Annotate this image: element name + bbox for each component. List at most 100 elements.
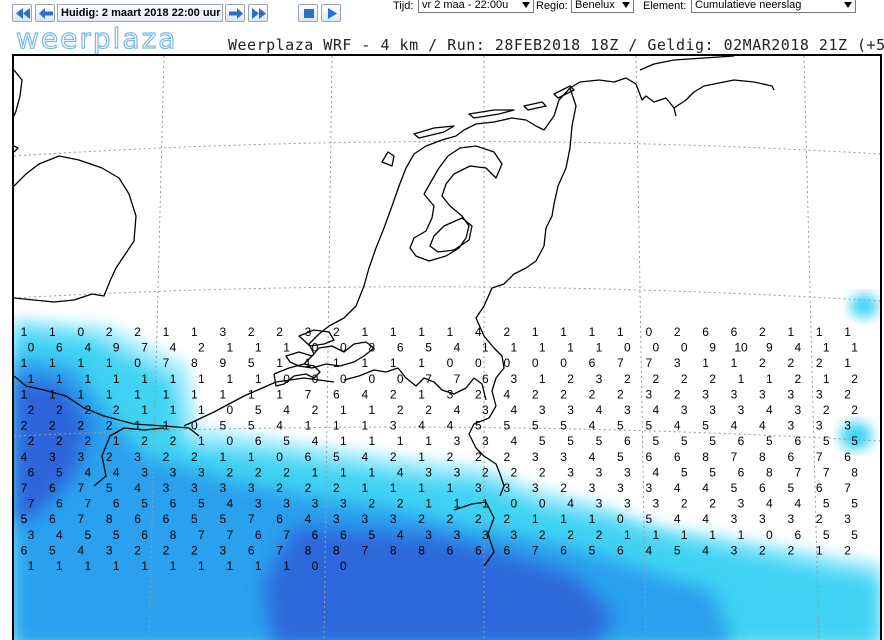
precipitation-map[interactable]: 1102211322321111421111026621110649742111… (12, 54, 882, 640)
precip-value-label: 3 (596, 497, 603, 511)
precip-value-label: 2 (503, 450, 510, 464)
previous-button[interactable] (35, 4, 55, 22)
precip-value-label: 1 (84, 559, 91, 573)
precip-value-label: 0 (503, 356, 510, 370)
precip-value-label: 1 (702, 356, 709, 370)
precip-value-label: 6 (113, 497, 120, 511)
precip-value-label: 3 (77, 450, 84, 464)
play-icon (328, 8, 337, 19)
precip-value-label: 2 (851, 372, 858, 386)
precip-value-label: 2 (368, 497, 375, 511)
precip-value-label: 1 (681, 528, 688, 542)
precip-value-label: 3 (255, 497, 262, 511)
precip-value-label: 4 (283, 403, 290, 417)
weerplaza-logo: weerplaza (15, 21, 178, 55)
precip-value-label: 2 (674, 387, 681, 401)
precip-value-label: 0 (312, 372, 319, 386)
precip-value-label: 1 (368, 434, 375, 448)
precip-value-label: 6 (674, 450, 681, 464)
precip-value-label: 0 (191, 419, 198, 433)
next-fast-button[interactable] (248, 4, 268, 22)
precip-value-label: 2 (56, 403, 63, 417)
chevron-down-icon (522, 2, 530, 8)
precip-value-label: 2 (312, 403, 319, 417)
precip-value-label: 3 (106, 543, 113, 557)
double-arrow-left-icon (16, 8, 30, 19)
precip-value-label: 2 (28, 403, 35, 417)
precip-value-label: 3 (731, 387, 738, 401)
precip-value-label: 1 (482, 341, 489, 355)
play-button[interactable] (321, 4, 341, 22)
precip-value-label: 4 (702, 543, 709, 557)
precip-value-label: 2 (276, 325, 283, 339)
precip-value-label: 2 (510, 465, 517, 479)
precip-value-label: 1 (255, 372, 262, 386)
precip-value-label: 2 (617, 387, 624, 401)
precip-value-label: 5 (106, 481, 113, 495)
precip-value-label: 6 (759, 481, 766, 495)
precip-value-label: 5 (567, 434, 574, 448)
precip-value-label: 3 (652, 497, 659, 511)
precip-value-label: 5 (539, 434, 546, 448)
precip-value-label: 3 (163, 481, 170, 495)
precip-value-label: 3 (560, 450, 567, 464)
precip-value-label: 7 (21, 481, 28, 495)
precip-value-label: 8 (305, 543, 312, 557)
precip-value-label: 5 (709, 465, 716, 479)
precip-value-label: 1 (397, 434, 404, 448)
precip-value-label: 1 (255, 559, 262, 573)
precip-value-label: 2 (589, 387, 596, 401)
grid-parallel (14, 140, 880, 157)
precip-value-label: 5 (851, 434, 858, 448)
precip-value-label: 5 (532, 419, 539, 433)
regio-select[interactable]: Benelux (571, 0, 634, 13)
precip-value-label: 0 (652, 341, 659, 355)
precip-value-label: 4 (475, 325, 482, 339)
precip-value-label: 4 (134, 481, 141, 495)
precip-value-label: 2 (560, 387, 567, 401)
tijd-select[interactable]: vr 2 maa - 22:00u (418, 0, 534, 13)
precip-value-label: 2 (823, 403, 830, 417)
precip-value-label: 3 (731, 543, 738, 557)
precip-value-label: 5 (702, 419, 709, 433)
precip-value-label: 3 (787, 512, 794, 526)
precip-value-label: 3 (681, 403, 688, 417)
stop-button[interactable] (298, 4, 318, 22)
precip-value-label: 3 (816, 387, 823, 401)
precip-value-label: 5 (645, 419, 652, 433)
precip-value-label: 3 (674, 356, 681, 370)
precip-value-label: 3 (787, 387, 794, 401)
precip-value-label: 9 (709, 341, 716, 355)
precip-value-label: 3 (425, 528, 432, 542)
precip-value-label: 1 (390, 356, 397, 370)
precip-value-label: 2 (163, 543, 170, 557)
chevron-down-icon (844, 2, 852, 8)
precip-value-label: 2 (390, 450, 397, 464)
precip-value-label: 1 (141, 559, 148, 573)
next-button[interactable] (225, 4, 245, 22)
precip-value-label: 3 (738, 403, 745, 417)
precip-value-label: 6 (170, 497, 177, 511)
precip-value-label: 2 (84, 434, 91, 448)
precip-value-label: 1 (163, 387, 170, 401)
precip-value-label: 5 (113, 528, 120, 542)
precip-value-label: 1 (482, 497, 489, 511)
element-label: Element: (643, 0, 687, 12)
precip-value-label: 3 (454, 465, 461, 479)
precip-value-label: 8 (702, 450, 709, 464)
precip-value-label: 2 (475, 450, 482, 464)
precip-value-label: 1 (844, 356, 851, 370)
previous-fast-button[interactable] (12, 4, 32, 22)
precip-value-label: 3 (390, 512, 397, 526)
precip-value-label: 5 (255, 403, 262, 417)
precip-value-label: 5 (248, 419, 255, 433)
precip-value-label: 6 (276, 512, 283, 526)
precip-value-label: 5 (49, 543, 56, 557)
precip-value-label: 1 (283, 559, 290, 573)
model-run-info: Weerplaza WRF - 4 km / Run: 28FEB2018 18… (228, 36, 884, 54)
precip-value-label: 8 (390, 543, 397, 557)
precip-value-label: 2 (759, 543, 766, 557)
precip-value-label: 6 (21, 543, 28, 557)
precip-value-label: 4 (226, 497, 233, 511)
element-select[interactable]: Cumulatieve neerslag (691, 0, 856, 13)
